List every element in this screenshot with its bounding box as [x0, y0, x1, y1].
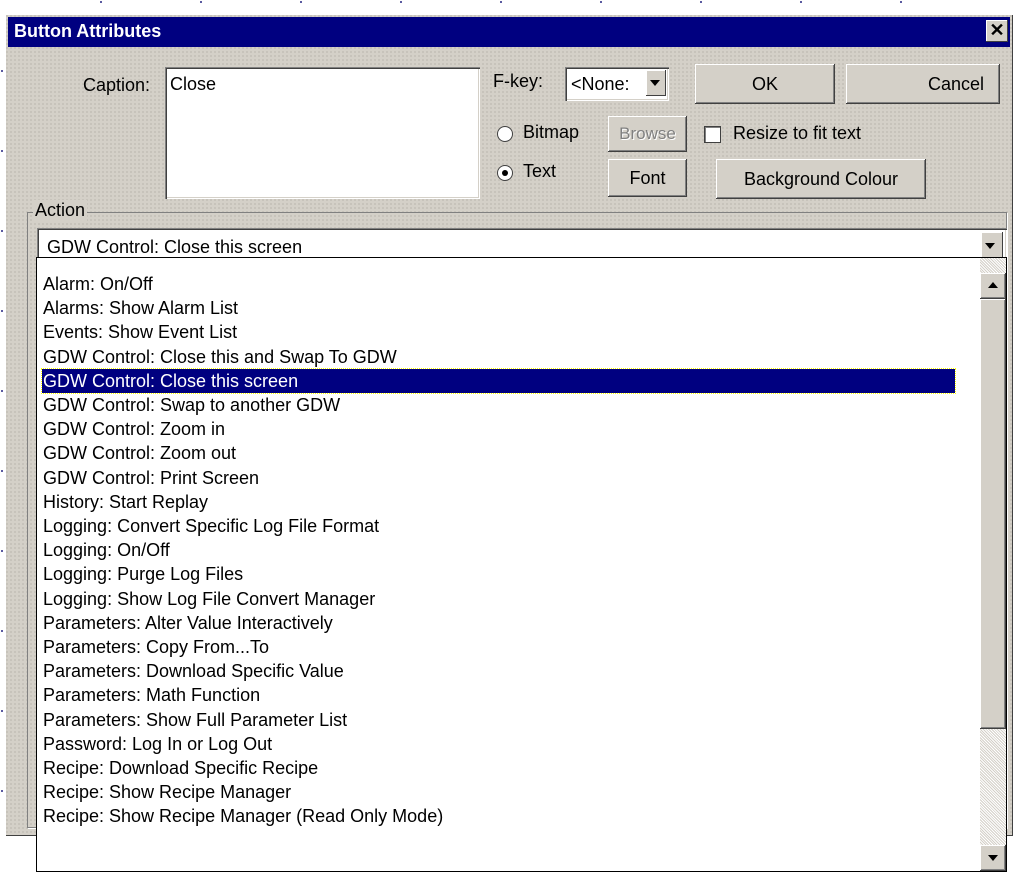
close-icon[interactable]: ✕ [986, 20, 1008, 42]
resize-to-fit-checkbox[interactable] [704, 126, 721, 143]
bitmap-radio[interactable] [497, 126, 513, 142]
list-item-selected[interactable]: GDW Control: Close this screen [41, 367, 956, 394]
list-item[interactable]: Parameters: Math Function [43, 683, 260, 707]
title-bar[interactable]: Button Attributes ✕ [8, 17, 1010, 47]
list-item[interactable]: Parameters: Alter Value Interactively [43, 611, 333, 635]
list-item[interactable]: History: Start Replay [43, 490, 208, 514]
background-colour-button[interactable]: Background Colour [716, 159, 926, 199]
list-item[interactable]: GDW Control: Zoom out [43, 441, 236, 465]
caption-textarea[interactable]: Close [165, 67, 480, 199]
list-item[interactable]: Logging: On/Off [43, 538, 170, 562]
fkey-select[interactable]: <None: [565, 67, 669, 101]
dialog-title: Button Attributes [14, 21, 162, 41]
list-item[interactable]: Parameters: Copy From...To [43, 635, 269, 659]
ok-button[interactable]: OK [695, 64, 835, 104]
action-selected-value: GDW Control: Close this screen [47, 237, 303, 257]
cancel-button[interactable]: Cancel [846, 64, 1000, 104]
cancel-button-label: Cancel [927, 74, 984, 94]
list-item[interactable]: Events: Show Event List [43, 320, 237, 344]
list-item[interactable]: Logging: Show Log File Convert Manager [43, 587, 375, 611]
action-group-label: Action [33, 200, 88, 221]
list-scrollbar[interactable] [980, 258, 1006, 871]
list-item[interactable]: Alarms: Show Alarm List [43, 296, 238, 320]
list-item[interactable]: Recipe: Show Recipe Manager [43, 780, 291, 804]
chevron-down-icon[interactable] [646, 70, 666, 96]
text-radio[interactable] [497, 165, 513, 181]
caption-value: Close [170, 74, 217, 94]
list-item[interactable]: Logging: Purge Log Files [43, 562, 243, 586]
list-item[interactable]: Parameters: Download Specific Value [43, 659, 344, 683]
font-button[interactable]: Font [608, 159, 687, 197]
scroll-up-icon[interactable] [980, 273, 1006, 299]
list-item[interactable]: GDW Control: Close this and Swap To GDW [43, 345, 397, 369]
caption-label: Caption: [83, 75, 151, 95]
list-item[interactable]: Alarm: On/Off [43, 272, 153, 296]
fkey-label: F-key: [493, 71, 544, 91]
list-item[interactable]: GDW Control: Zoom in [43, 417, 225, 441]
list-item[interactable]: Recipe: Show Recipe Manager (Read Only M… [43, 804, 443, 828]
bitmap-label: Bitmap [523, 122, 580, 142]
list-item[interactable]: GDW Control: Swap to another GDW [43, 393, 340, 417]
list-item[interactable]: Recipe: Download Specific Recipe [43, 756, 318, 780]
chevron-down-icon[interactable] [981, 232, 1003, 260]
action-dropdown-list[interactable]: Alarm: On/Off Alarms: Show Alarm List Even… [36, 257, 1007, 872]
browse-button[interactable]: Browse [608, 116, 687, 152]
scroll-thumb[interactable] [980, 299, 1006, 729]
fkey-selected-value: <None: [571, 74, 630, 94]
radio-selected-dot [502, 170, 508, 176]
scroll-down-icon[interactable] [980, 845, 1006, 871]
list-item[interactable]: GDW Control: Print Screen [43, 466, 259, 490]
list-item[interactable]: Password: Log In or Log Out [43, 732, 272, 756]
list-item[interactable]: Logging: Convert Specific Log File Forma… [43, 514, 379, 538]
text-label: Text [523, 161, 557, 181]
resize-to-fit-label: Resize to fit text [733, 123, 862, 143]
list-item[interactable]: Parameters: Show Full Parameter List [43, 708, 347, 732]
